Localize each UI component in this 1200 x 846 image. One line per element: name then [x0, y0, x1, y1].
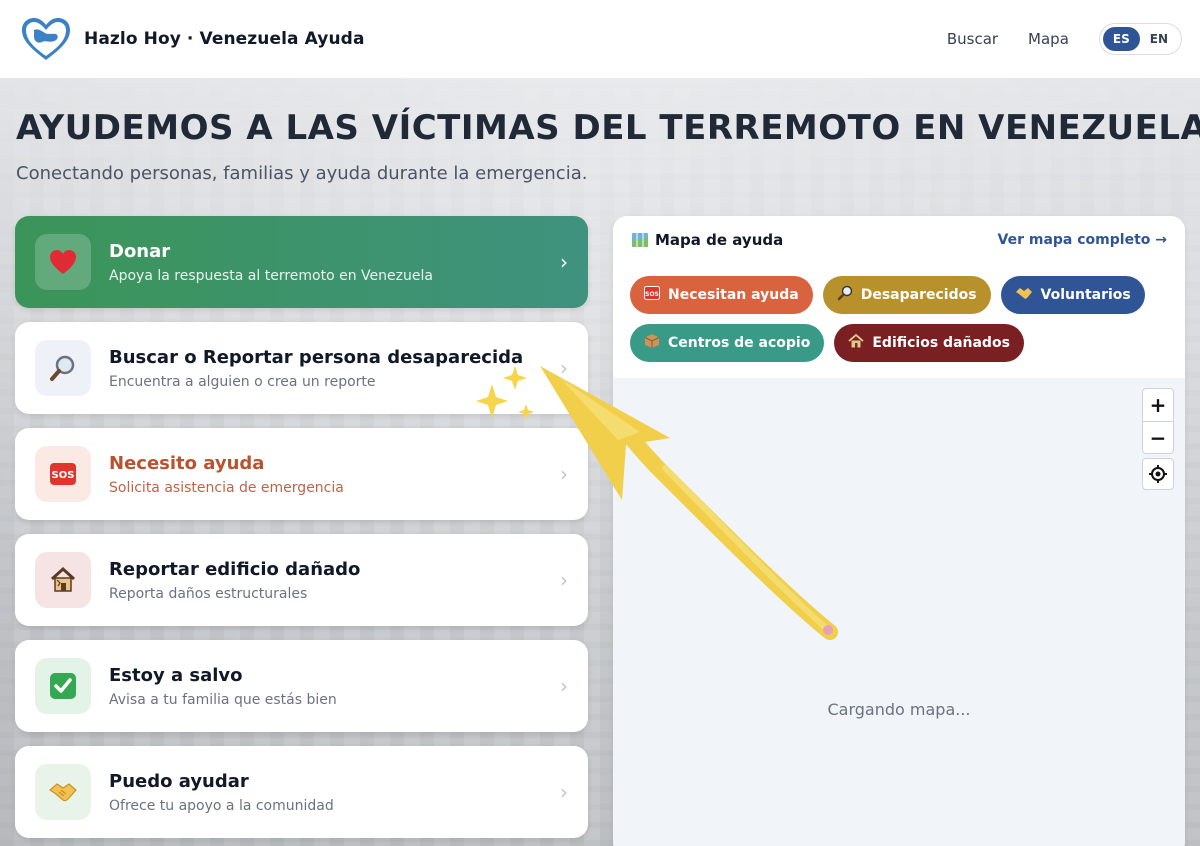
chevron-right-icon: ›	[560, 462, 568, 486]
package-icon	[644, 333, 660, 353]
damaged-building-text: Reportar edificio dañado Reporta daños e…	[109, 559, 360, 602]
im-safe-text: Estoy a salvo Avisa a tu familia que est…	[109, 665, 337, 708]
chevron-right-icon: ›	[560, 568, 568, 592]
filter-chip-collection-centers[interactable]: Centros de acopio	[630, 324, 825, 362]
header-nav: Buscar Mapa ES EN	[947, 23, 1182, 55]
zoom-out-button[interactable]: −	[1143, 421, 1173, 453]
filter-label: Edificios dañados	[872, 335, 1010, 351]
nav-map-link[interactable]: Mapa	[1028, 30, 1069, 48]
filter-label: Voluntarios	[1040, 287, 1131, 303]
missing-person-title: Buscar o Reportar persona desaparecida	[109, 346, 524, 368]
heart-map-logo-icon[interactable]	[20, 16, 72, 62]
svg-text:SOS: SOS	[645, 291, 659, 298]
missing-person-card[interactable]: Buscar o Reportar persona desaparecida E…	[15, 322, 588, 414]
need-help-title: Necesito ayuda	[109, 452, 265, 474]
zoom-in-button[interactable]: +	[1143, 389, 1173, 421]
magnifier-icon	[837, 285, 853, 305]
need-help-text: Necesito ayuda Solicita asistencia de em…	[109, 453, 344, 496]
map-loading-text: Cargando mapa...	[827, 700, 971, 719]
magnifier-icon	[35, 340, 91, 396]
can-help-title: Puedo ayudar	[109, 770, 249, 792]
map-title: Mapa de ayuda	[655, 231, 784, 249]
damaged-house-icon	[848, 333, 864, 353]
can-help-description: Ofrece tu apoyo a la comunidad	[109, 797, 334, 814]
lang-en-button[interactable]: EN	[1140, 27, 1178, 51]
im-safe-title: Estoy a salvo	[109, 664, 243, 686]
damaged-building-title: Reportar edificio dañado	[109, 558, 361, 580]
filter-label: Desaparecidos	[860, 287, 977, 303]
handshake-icon	[1015, 286, 1033, 304]
nav-search-link[interactable]: Buscar	[947, 30, 998, 48]
help-map-panel: Mapa de ayuda Ver mapa completo → SOS Ne…	[613, 216, 1185, 846]
damaged-building-description: Reporta daños estructurales	[109, 585, 308, 602]
check-icon	[35, 658, 91, 714]
missing-person-description: Encuentra a alguien o crea un reporte	[109, 373, 376, 390]
map-icon	[632, 233, 648, 247]
filter-chip-missing[interactable]: Desaparecidos	[822, 276, 991, 314]
chevron-right-icon: ›	[560, 356, 568, 380]
sos-icon: SOS	[35, 446, 91, 502]
need-help-description: Solicita asistencia de emergencia	[109, 479, 344, 496]
handshake-icon	[35, 764, 91, 820]
damaged-building-card[interactable]: Reportar edificio dañado Reporta daños e…	[15, 534, 588, 626]
need-help-card[interactable]: SOS Necesito ayuda Solicita asistencia d…	[15, 428, 588, 520]
hero-title: AYUDEMOS A LAS VÍCTIMAS DEL TERREMOTO EN…	[16, 108, 1200, 148]
filter-chip-volunteers[interactable]: Voluntarios	[1000, 276, 1145, 314]
damaged-house-icon	[35, 552, 91, 608]
hero-subtitle: Conectando personas, familias y ayuda du…	[16, 163, 588, 184]
chevron-right-icon: ›	[560, 250, 568, 274]
zoom-controls: + −	[1142, 388, 1174, 454]
action-list: Donar Apoya la respuesta al terremoto en…	[15, 216, 588, 846]
crosshair-icon	[1149, 465, 1167, 483]
chevron-right-icon: ›	[560, 780, 568, 804]
missing-person-text: Buscar o Reportar persona desaparecida E…	[109, 347, 523, 390]
filter-chip-damaged-buildings[interactable]: Edificios dañados	[834, 324, 1024, 362]
brand-name[interactable]: Hazlo Hoy · Venezuela Ayuda	[84, 29, 365, 49]
im-safe-description: Avisa a tu familia que estás bien	[109, 691, 337, 708]
can-help-card[interactable]: Puedo ayudar Ofrece tu apoyo a la comuni…	[15, 746, 588, 838]
filter-chip-need-help[interactable]: SOS Necesitan ayuda	[630, 276, 813, 314]
donate-text: Donar Apoya la respuesta al terremoto en…	[109, 241, 433, 284]
lang-es-button[interactable]: ES	[1102, 27, 1140, 51]
filter-label: Necesitan ayuda	[668, 287, 799, 303]
full-map-link[interactable]: Ver mapa completo →	[998, 232, 1167, 248]
donate-description: Apoya la respuesta al terremoto en Venez…	[109, 267, 433, 284]
filter-label: Centros de acopio	[668, 335, 811, 351]
heart-icon	[35, 234, 91, 290]
can-help-text: Puedo ayudar Ofrece tu apoyo a la comuni…	[109, 771, 334, 814]
donate-card[interactable]: Donar Apoya la respuesta al terremoto en…	[15, 216, 588, 308]
chevron-right-icon: ›	[560, 674, 568, 698]
sos-icon: SOS	[644, 286, 660, 304]
donate-title: Donar	[109, 240, 171, 262]
map-filter-chips: SOS Necesitan ayuda Desaparecidos Volunt…	[613, 264, 1185, 372]
locate-me-button[interactable]	[1142, 458, 1174, 490]
svg-text:SOS: SOS	[52, 470, 75, 481]
map-header: Mapa de ayuda Ver mapa completo →	[613, 216, 1185, 264]
map-canvas[interactable]: + − Cargando mapa...	[613, 378, 1185, 846]
im-safe-card[interactable]: Estoy a salvo Avisa a tu familia que est…	[15, 640, 588, 732]
language-toggle: ES EN	[1098, 23, 1182, 55]
top-header: Hazlo Hoy · Venezuela Ayuda Buscar Mapa …	[0, 0, 1200, 78]
